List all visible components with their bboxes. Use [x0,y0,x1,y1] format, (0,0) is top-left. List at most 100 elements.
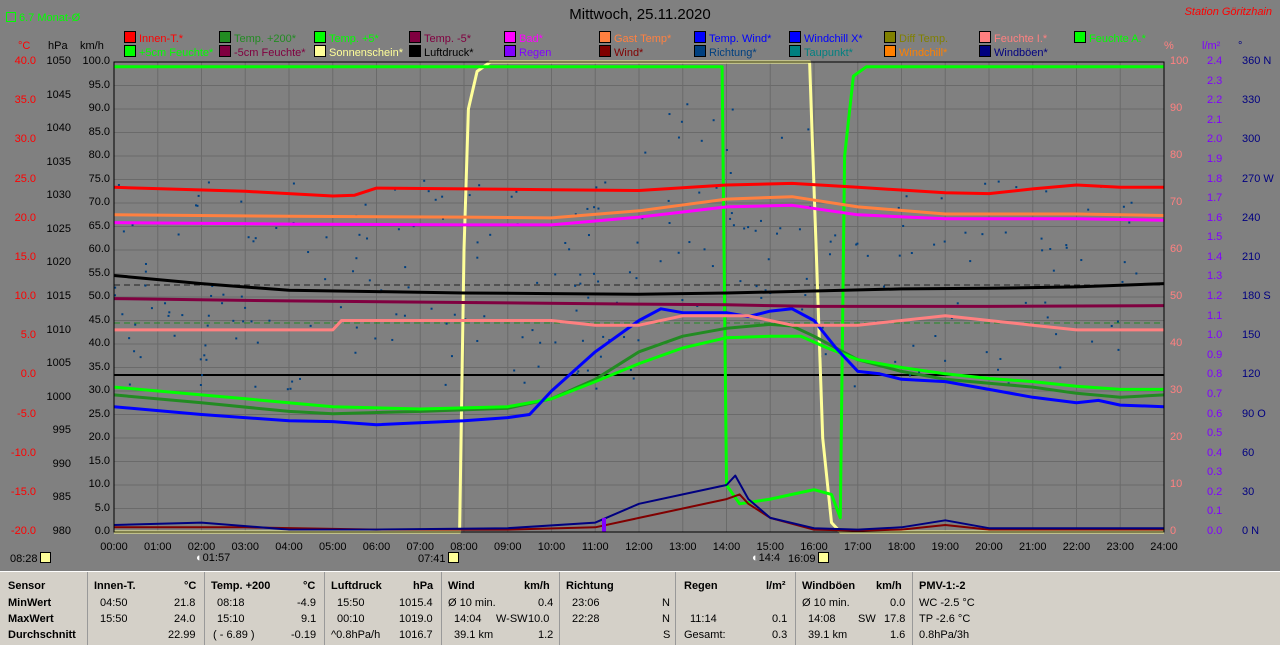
direction-dot [364,203,367,206]
direction-dot [568,248,571,251]
direction-dot [144,262,147,265]
direction-dot [139,356,142,359]
direction-dot [956,302,959,305]
direction-dot [1045,190,1048,193]
direction-dot [698,191,701,194]
direction-dot [325,236,328,239]
direction-dot [755,285,758,288]
x-tick-label: 22:00 [1062,541,1091,553]
direction-dot [725,149,728,152]
statistics-panel: Sensor MinWert MaxWert Durchschnitt Inne… [0,571,1280,645]
direction-dot [374,337,377,340]
direction-dot [403,314,406,317]
direction-dot [354,351,357,354]
direction-dot [167,314,170,317]
direction-dot [668,113,671,116]
sun-icon [39,552,51,563]
direction-dot [855,243,858,246]
direction-dot [636,241,639,244]
direction-dot [423,179,426,182]
x-tick-label: 04:00 [275,541,303,553]
direction-dot [688,241,691,244]
direction-dot [207,314,210,317]
direction-dot [829,240,832,243]
direction-dot [289,387,292,390]
direction-dot [199,358,202,361]
stats-col-pmv: PMV-1:-2 WC -2.5 °C TP -2.6 °C 0.8hPa/3h [919,580,975,641]
direction-dot [593,206,596,209]
direction-dot [242,320,245,323]
direction-dot [999,357,1002,360]
direction-dot [430,307,433,310]
stats-col-temp200: Temp. +200 °C 08:18 -4.9 15:10 9.1 ( - 6… [205,572,325,645]
direction-dot [587,234,590,237]
direction-dot [579,273,582,276]
x-tick-label: 11:00 [581,541,609,553]
direction-dot [510,195,513,198]
direction-dot [164,302,167,305]
direction-dot [291,380,294,383]
direction-dot [368,279,371,282]
x-tick-label: 18:00 [887,541,916,553]
direction-dot [299,377,302,380]
stats-col-windboeen: Windböen km/h Ø 10 min. 0.0 14:08 SW 17.… [796,572,913,645]
direction-dot [247,236,250,239]
direction-dot [776,232,779,235]
direction-dot [824,353,827,356]
direction-dot [521,336,524,339]
direction-dot [252,240,255,243]
direction-dot [204,344,207,347]
direction-dot [339,306,342,309]
direction-dot [586,369,589,372]
stats-col-innen: Innen-T. °C 04:50 21.8 15:50 24.0 22.99 [88,572,205,645]
direction-dot [1024,301,1027,304]
direction-dot [1091,340,1094,343]
direction-dot [468,194,471,197]
direction-dot [805,277,808,280]
direction-dot [476,256,479,259]
direction-dot [1080,259,1083,262]
direction-dot [981,233,984,236]
direction-dot [358,233,361,236]
direction-dot [760,296,763,299]
stats-col-richtung: Richtung 23:06 N 22:28 N S [560,572,676,645]
x-tick-label: 05:00 [318,541,347,553]
direction-dot [984,182,987,185]
direction-dot [554,273,557,276]
direction-dot [944,359,947,362]
x-tick-label: 19:00 [931,541,960,553]
direction-dot [254,237,257,240]
direction-dot [450,355,453,358]
stats-col-luftdruck: Luftdruck hPa 15:50 1015.4 00:10 1019.0 … [325,572,442,645]
direction-dot [743,227,746,230]
direction-dot [910,252,913,255]
direction-dot [355,326,358,329]
direction-dot [866,254,869,257]
sunset-icon [817,552,829,563]
direction-dot [964,231,967,234]
direction-dot [210,294,213,297]
direction-dot [905,195,908,198]
direction-dot [453,313,456,316]
direction-dot [686,103,689,106]
x-tick-label: 06:00 [362,541,391,553]
direction-dot [897,206,900,209]
direction-dot [908,374,911,377]
direction-dot [807,128,810,131]
direction-dot [1135,272,1138,275]
x-tick-label: 20:00 [975,541,1003,553]
direction-dot [203,354,206,357]
direction-dot [244,306,247,309]
direction-dot [537,365,540,368]
direction-dot [853,385,856,388]
direction-dot [1004,231,1007,234]
direction-dot [232,319,235,322]
direction-dot [515,190,518,193]
direction-dot [628,271,631,274]
direction-dot [221,302,224,305]
direction-dot [730,212,733,215]
direction-dot [307,251,310,254]
direction-dot [240,295,243,298]
direction-dot [801,308,804,311]
direction-dot [1121,280,1124,283]
